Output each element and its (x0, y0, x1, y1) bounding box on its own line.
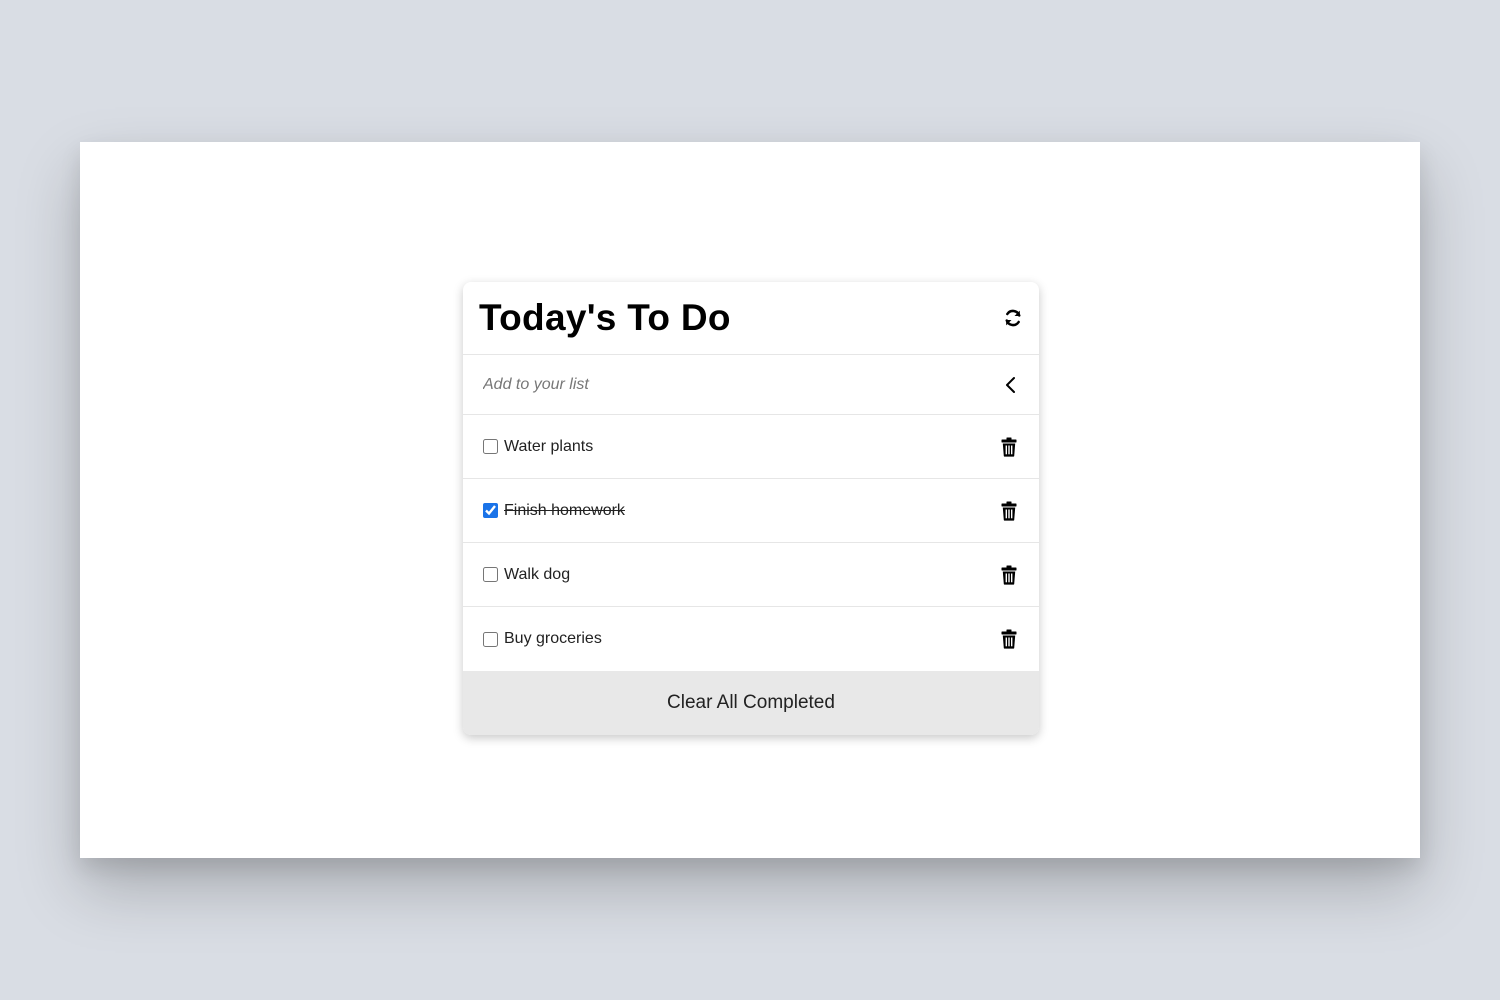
add-todo-input[interactable] (483, 375, 963, 394)
todo-item: Finish homework (463, 479, 1039, 543)
delete-todo-button[interactable] (997, 563, 1021, 587)
refresh-button[interactable] (1001, 306, 1025, 330)
browser-viewport: Today's To Do W (80, 142, 1420, 858)
clear-completed-button[interactable]: Clear All Completed (463, 671, 1039, 735)
todo-checkbox[interactable] (483, 631, 498, 647)
todo-item-label-wrap: Walk dog (483, 566, 570, 584)
delete-todo-button[interactable] (997, 499, 1021, 523)
refresh-icon (1005, 309, 1021, 327)
todo-item-label-wrap: Finish homework (483, 502, 625, 520)
page-title: Today's To Do (479, 297, 731, 338)
todo-text: Buy groceries (504, 630, 602, 647)
delete-todo-button[interactable] (997, 627, 1021, 651)
todo-text: Walk dog (504, 565, 571, 583)
todo-text: Water plants (504, 437, 594, 455)
trash-icon (1001, 501, 1017, 521)
todo-text: Finish homework (504, 501, 625, 519)
todo-card: Today's To Do W (463, 282, 1039, 735)
todo-item: Water plants (463, 415, 1039, 479)
trash-icon (1001, 629, 1017, 649)
todo-item-label-wrap: Buy groceries (483, 630, 602, 648)
todo-checkbox[interactable] (483, 503, 498, 518)
todo-item-label-wrap: Water plants (483, 438, 593, 456)
delete-todo-button[interactable] (997, 435, 1021, 459)
todo-list: Water plants Finish homework Walk dog Bu… (463, 415, 1039, 671)
trash-icon (1001, 565, 1017, 585)
add-todo-row (463, 355, 1039, 415)
todo-item: Walk dog (463, 543, 1039, 607)
collapse-button[interactable] (999, 373, 1023, 397)
todo-checkbox[interactable] (483, 567, 498, 582)
todo-footer: Clear All Completed (463, 671, 1039, 735)
todo-item: Buy groceries (463, 607, 1039, 671)
trash-icon (1001, 437, 1017, 457)
chevron-left-icon (1006, 376, 1015, 393)
todo-header: Today's To Do (463, 282, 1039, 355)
todo-checkbox[interactable] (483, 439, 498, 454)
